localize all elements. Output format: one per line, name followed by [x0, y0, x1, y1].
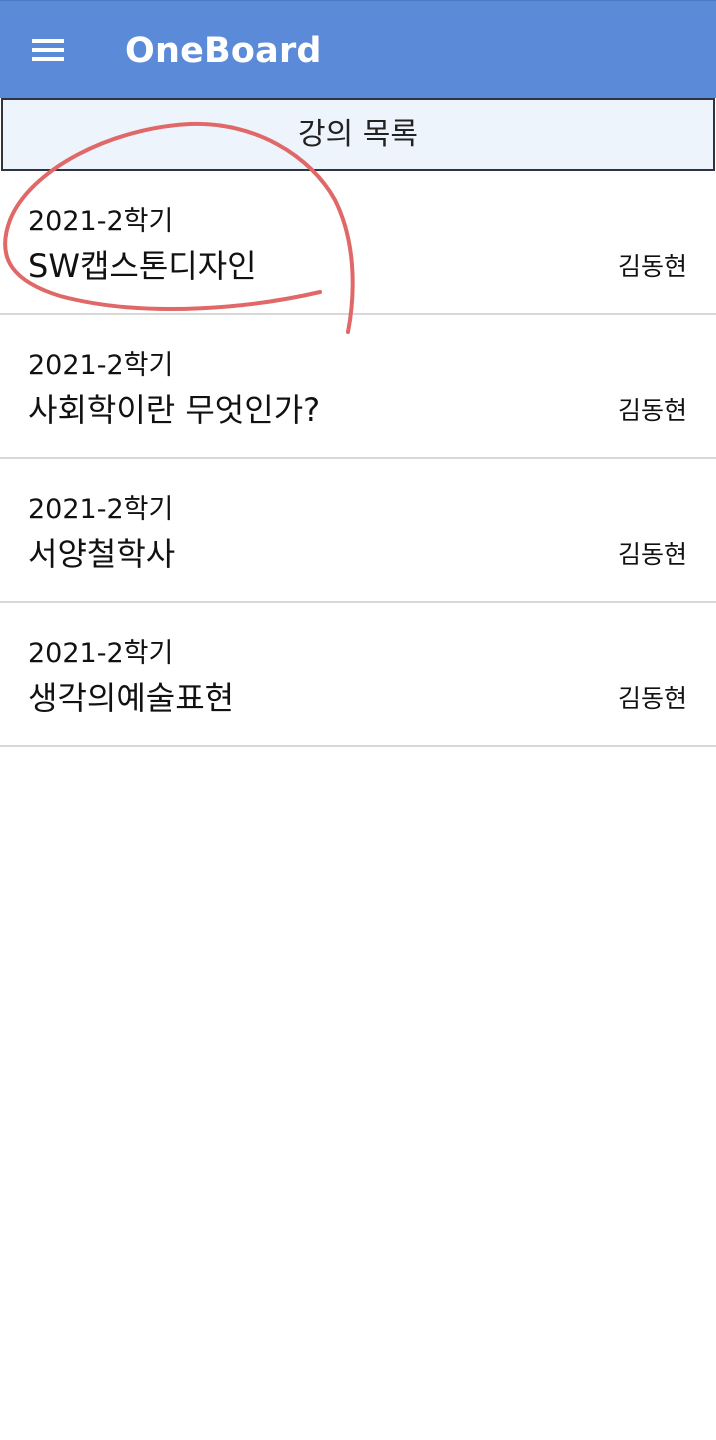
course-term: 2021-2학기	[28, 494, 174, 525]
course-name: SW캡스톤디자인	[28, 247, 257, 285]
course-term: 2021-2학기	[28, 206, 174, 237]
app-title: OneBoard	[125, 31, 322, 71]
course-professor: 김동현	[617, 540, 687, 569]
section-title: 강의 목록	[298, 116, 418, 152]
course-term: 2021-2학기	[28, 638, 174, 669]
course-item[interactable]: 2021-2학기 SW캡스톤디자인 김동현	[0, 171, 716, 315]
course-term: 2021-2학기	[28, 350, 174, 381]
course-list-header: 강의 목록	[1, 98, 715, 171]
course-name: 서양철학사	[28, 535, 176, 573]
course-name: 생각의예술표현	[28, 679, 235, 717]
hamburger-menu-icon	[24, 29, 72, 73]
course-name: 사회학이란 무엇인가?	[28, 391, 321, 429]
course-item[interactable]: 2021-2학기 서양철학사 김동현	[0, 459, 716, 603]
course-professor: 김동현	[617, 396, 687, 425]
course-item[interactable]: 2021-2학기 생각의예술표현 김동현	[0, 603, 716, 747]
course-item[interactable]: 2021-2학기 사회학이란 무엇인가? 김동현	[0, 315, 716, 459]
course-professor: 김동현	[617, 252, 687, 281]
course-list: 2021-2학기 SW캡스톤디자인 김동현 2021-2학기 사회학이란 무엇인…	[0, 171, 716, 747]
app-bar: OneBoard	[0, 0, 716, 98]
menu-button[interactable]	[24, 29, 72, 73]
course-professor: 김동현	[617, 684, 687, 713]
